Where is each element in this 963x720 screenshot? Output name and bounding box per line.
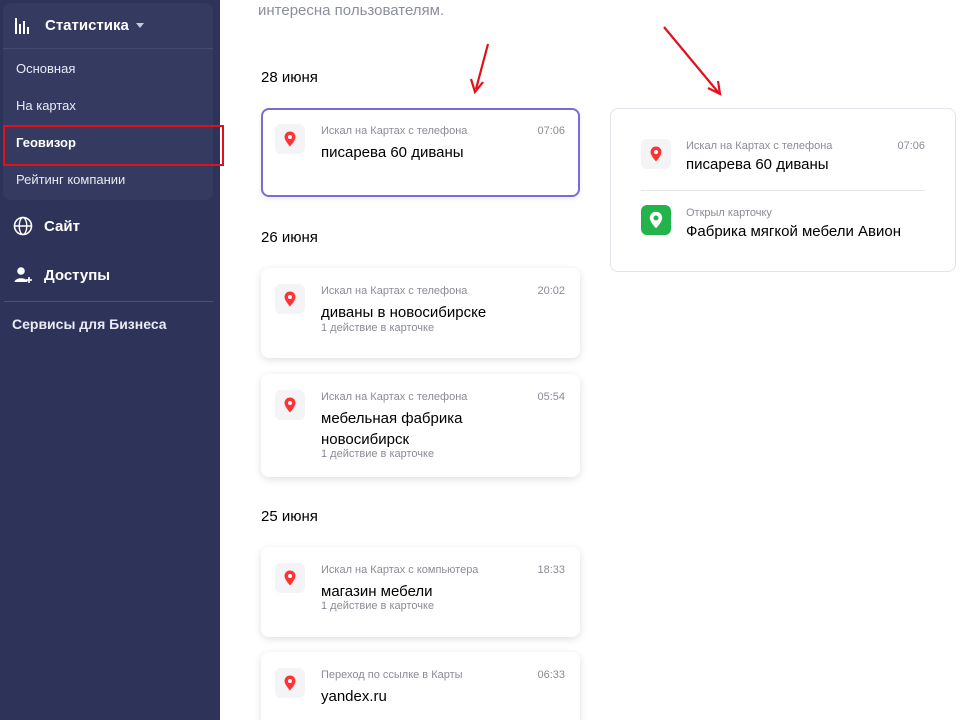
- map-pin-icon: [275, 668, 305, 698]
- date-heading: 28 июня: [261, 69, 318, 86]
- statistics-section: Статистика Основная На картах Геовизор Р…: [3, 3, 213, 200]
- card-actions-count: 1 действие в карточке: [321, 322, 435, 334]
- visit-card[interactable]: Искал на Картах с компьютера 18:33 магаз…: [261, 547, 580, 637]
- card-source: Искал на Картах с телефона: [321, 285, 468, 297]
- date-heading: 25 июня: [261, 508, 318, 525]
- green-place-icon: [641, 205, 671, 235]
- annotation-arrow-left: [469, 43, 490, 95]
- card-time: 06:33: [537, 669, 565, 681]
- card-time: 20:02: [537, 285, 565, 297]
- sidebar-item-site-label: Сайт: [44, 217, 80, 235]
- card-source: Искал на Картах с компьютера: [321, 564, 479, 576]
- card-query: магазин мебели: [321, 583, 433, 600]
- detail-search-source: Искал на Картах с телефона: [686, 140, 833, 152]
- map-pin-icon: [275, 563, 305, 593]
- detail-company-title[interactable]: Фабрика мягкой мебели Авион: [686, 223, 901, 240]
- card-time: 05:54: [537, 391, 565, 403]
- date-heading: 26 июня: [261, 229, 318, 246]
- visit-card[interactable]: Переход по ссылке в Карты 06:33 yandex.r…: [261, 652, 580, 720]
- card-query: yandex.ru: [321, 688, 387, 705]
- map-pin-icon: [275, 124, 305, 154]
- card-source: Искал на Картах с телефона: [321, 125, 468, 137]
- visit-detail-panel: Искал на Картах с телефона 07:06 писарев…: [610, 108, 956, 272]
- sidebar-item-on-maps[interactable]: На картах: [16, 98, 76, 113]
- bar-chart-icon: [15, 17, 33, 34]
- card-actions-count: 1 действие в карточке: [321, 600, 435, 612]
- statistics-header[interactable]: Статистика: [3, 3, 213, 49]
- map-pin-icon: [275, 390, 305, 420]
- visit-card[interactable]: Искал на Картах с телефона 05:54 мебельн…: [261, 374, 580, 477]
- annotation-highlight-box: [3, 125, 224, 166]
- annotation-arrow-right: [663, 26, 722, 96]
- map-pin-icon: [275, 284, 305, 314]
- visit-card[interactable]: Искал на Картах с телефона 20:02 диваны …: [261, 268, 580, 358]
- intro-text: интересна пользователям.: [258, 2, 445, 19]
- card-query: писарева 60 диваны: [321, 144, 464, 161]
- card-query: диваны в новосибирске: [321, 304, 487, 321]
- card-actions-count: 1 действие в карточке: [321, 448, 435, 460]
- map-pin-icon: [641, 139, 671, 169]
- detail-action-source: Открыл карточку: [686, 207, 772, 219]
- sidebar-item-access-label: Доступы: [44, 266, 111, 284]
- card-source: Переход по ссылке в Карты: [321, 669, 463, 681]
- statistics-title: Статистика: [45, 17, 129, 34]
- card-source: Искал на Картах с телефона: [321, 391, 468, 403]
- caret-down-icon: [135, 23, 144, 28]
- card-time: 18:33: [537, 564, 565, 576]
- globe-icon: [13, 216, 33, 236]
- card-query: мебельная фабрика новосибирск: [321, 410, 463, 448]
- sidebar-item-access[interactable]: Доступы: [13, 265, 110, 285]
- user-add-icon: [14, 267, 32, 283]
- sidebar-item-main[interactable]: Основная: [16, 61, 75, 76]
- detail-search-query: писарева 60 диваны: [686, 156, 829, 173]
- sidebar: Статистика Основная На картах Геовизор Р…: [0, 0, 220, 720]
- business-services-link[interactable]: Сервисы для Бизнеса: [12, 316, 167, 332]
- sidebar-item-rating[interactable]: Рейтинг компании: [16, 172, 125, 187]
- detail-divider: [641, 190, 925, 191]
- card-time: 07:06: [537, 125, 565, 137]
- sidebar-divider: [4, 301, 213, 302]
- detail-search-time: 07:06: [897, 140, 925, 152]
- sidebar-item-site[interactable]: Сайт: [13, 216, 80, 236]
- visit-card-selected[interactable]: Искал на Картах с телефона 07:06 писарев…: [261, 108, 580, 197]
